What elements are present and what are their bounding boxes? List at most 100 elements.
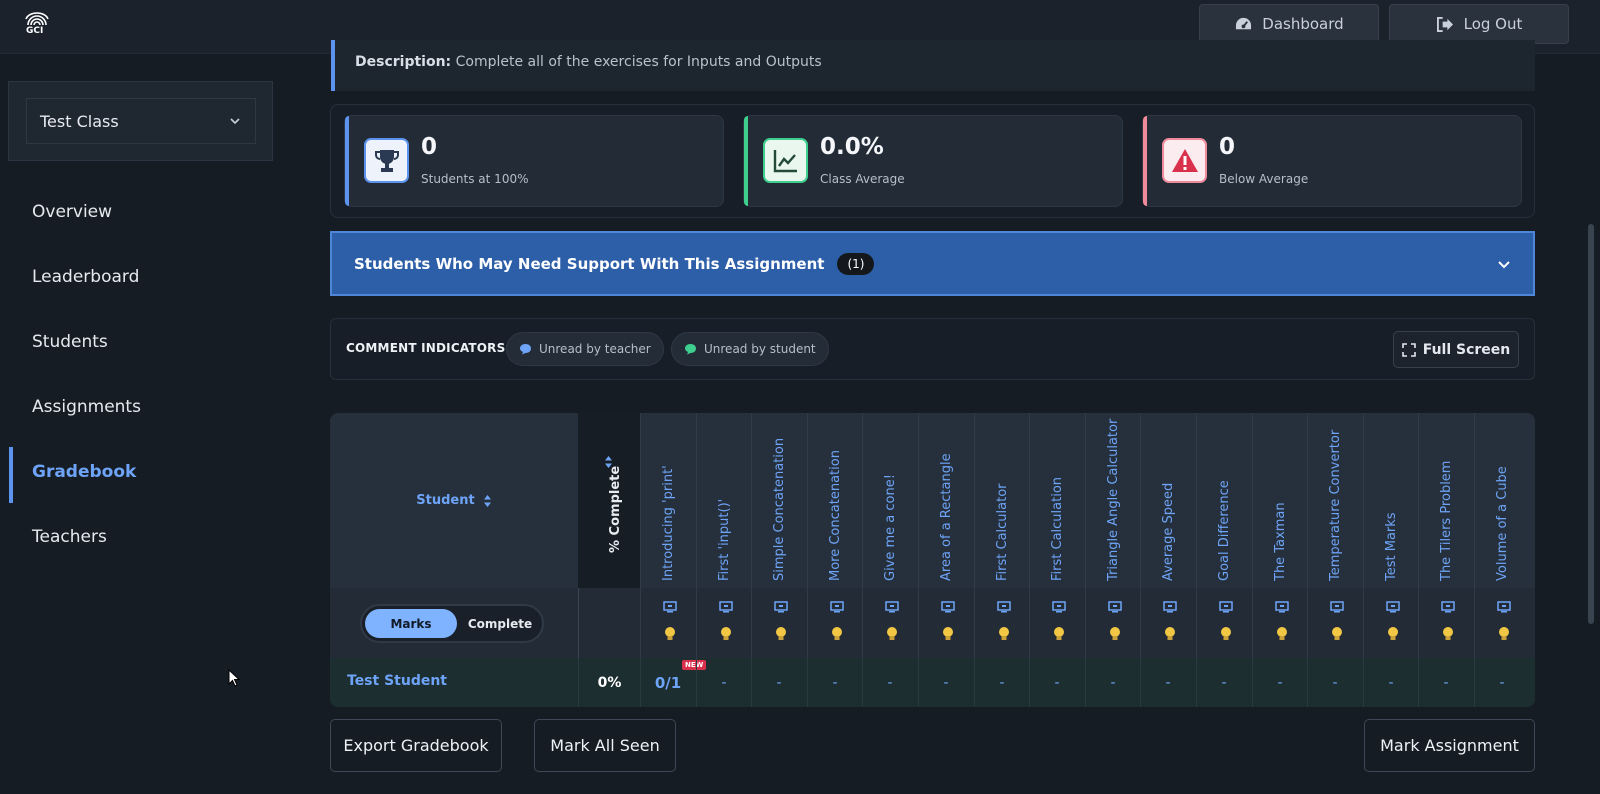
monitor-icon[interactable] xyxy=(1330,601,1344,613)
lightbulb-icon[interactable] xyxy=(1387,626,1399,642)
monitor-icon[interactable] xyxy=(1275,601,1289,613)
sidebar-item-leaderboard[interactable]: Leaderboard xyxy=(32,267,139,287)
percent-indicator-cell xyxy=(578,588,640,658)
exercise-column-header[interactable]: Area of a Rectangle xyxy=(918,413,973,588)
monitor-icon[interactable] xyxy=(1108,601,1122,613)
student-name-link[interactable]: Test Student xyxy=(347,673,447,689)
full-screen-label: Full Screen xyxy=(1422,341,1511,358)
grade-cell[interactable]: - xyxy=(1252,658,1307,707)
monitor-icon[interactable] xyxy=(663,601,677,613)
grade-cell[interactable]: - xyxy=(1307,658,1362,707)
exercise-column-header[interactable]: Triangle Angle Calculator xyxy=(1085,413,1140,588)
chevron-down-icon[interactable] xyxy=(1497,257,1511,271)
lightbulb-icon[interactable] xyxy=(831,626,843,642)
grade-cell[interactable]: - xyxy=(1085,658,1140,707)
scrollbar[interactable] xyxy=(1586,54,1596,794)
toggle-complete[interactable]: Complete xyxy=(457,609,543,638)
exercise-column-header[interactable]: First 'input()' xyxy=(696,413,751,588)
full-screen-button[interactable]: Full Screen xyxy=(1393,331,1519,368)
marks-complete-toggle[interactable]: Marks Complete xyxy=(360,604,544,643)
monitor-icon[interactable] xyxy=(830,601,844,613)
exercise-column-header[interactable]: Simple Concatenation xyxy=(751,413,806,588)
lightbulb-icon[interactable] xyxy=(1276,626,1288,642)
grade-cell[interactable]: - xyxy=(1418,658,1473,707)
grade-cell[interactable]: 0/1 NEW xyxy=(640,658,707,707)
grade-cell[interactable]: - xyxy=(862,658,917,707)
stat-card-class-average: 0.0% Class Average xyxy=(743,115,1123,207)
exercise-column-header[interactable]: Temperature Convertor xyxy=(1307,413,1362,588)
exercise-column-header[interactable]: First Calculation xyxy=(1029,413,1084,588)
support-accordion[interactable]: Students Who May Need Support With This … xyxy=(330,231,1535,296)
monitor-icon[interactable] xyxy=(1497,601,1511,613)
toggle-marks[interactable]: Marks xyxy=(365,609,457,638)
lightbulb-icon[interactable] xyxy=(1053,626,1065,642)
exercise-column-header[interactable]: First Calculator xyxy=(974,413,1029,588)
percent-complete-header[interactable]: % Complete xyxy=(578,413,640,588)
stat-label: Students at 100% xyxy=(421,172,529,186)
dashboard-button[interactable]: Dashboard xyxy=(1199,4,1379,44)
grade-cell[interactable]: - xyxy=(1474,658,1529,707)
monitor-icon[interactable] xyxy=(1219,601,1233,613)
exercise-column-header[interactable]: Test Marks xyxy=(1363,413,1418,588)
monitor-icon[interactable] xyxy=(1163,601,1177,613)
lightbulb-icon[interactable] xyxy=(998,626,1010,642)
grade-cell[interactable]: - xyxy=(974,658,1029,707)
exercise-column-header[interactable]: More Concatenation xyxy=(807,413,862,588)
lightbulb-icon[interactable] xyxy=(720,626,732,642)
exercise-column-header[interactable]: Goal Difference xyxy=(1196,413,1251,588)
monitor-icon[interactable] xyxy=(885,601,899,613)
grade-cell[interactable]: - xyxy=(696,658,751,707)
lightbulb-icon[interactable] xyxy=(1220,626,1232,642)
grade-value: - xyxy=(1388,674,1394,691)
monitor-icon[interactable] xyxy=(719,601,733,613)
lightbulb-icon[interactable] xyxy=(1109,626,1121,642)
monitor-icon[interactable] xyxy=(774,601,788,613)
sidebar-item-students[interactable]: Students xyxy=(32,332,108,352)
stat-accent xyxy=(1143,116,1147,206)
sidebar-item-assignments[interactable]: Assignments xyxy=(32,397,141,417)
mark-all-seen-button[interactable]: Mark All Seen xyxy=(534,719,676,772)
monitor-icon[interactable] xyxy=(1386,601,1400,613)
scrollbar-thumb[interactable] xyxy=(1588,224,1594,624)
lightbulb-icon[interactable] xyxy=(664,626,676,642)
exercise-column-header[interactable]: Volume of a Cube xyxy=(1474,413,1529,588)
exercise-title: Area of a Rectangle xyxy=(939,453,954,581)
monitor-icon[interactable] xyxy=(997,601,1011,613)
lightbulb-icon[interactable] xyxy=(1331,626,1343,642)
exercise-title: Introducing 'print' xyxy=(661,465,676,581)
grade-cell[interactable]: - xyxy=(1140,658,1195,707)
logout-button[interactable]: Log Out xyxy=(1389,4,1569,44)
sidebar-item-gradebook[interactable]: Gradebook xyxy=(32,462,136,482)
exercise-column-header[interactable]: Introducing 'print' xyxy=(640,413,695,588)
monitor-icon[interactable] xyxy=(941,601,955,613)
student-column-header[interactable]: Student xyxy=(330,413,578,588)
grade-cell[interactable]: - xyxy=(1363,658,1418,707)
monitor-icon[interactable] xyxy=(1441,601,1455,613)
class-select[interactable]: Test Class xyxy=(26,98,256,144)
lightbulb-icon[interactable] xyxy=(1164,626,1176,642)
exercise-column-header[interactable]: Average Speed xyxy=(1140,413,1195,588)
grade-cell[interactable]: - xyxy=(1196,658,1251,707)
lightbulb-icon[interactable] xyxy=(775,626,787,642)
exercise-title: First 'input()' xyxy=(717,498,732,581)
exercise-title: Average Speed xyxy=(1161,482,1176,581)
stat-accent xyxy=(744,116,748,206)
grade-cell[interactable]: - xyxy=(751,658,806,707)
lightbulb-icon[interactable] xyxy=(1442,626,1454,642)
lightbulb-icon[interactable] xyxy=(1498,626,1510,642)
sidebar-item-overview[interactable]: Overview xyxy=(32,202,112,222)
grade-cell[interactable]: - xyxy=(807,658,862,707)
monitor-icon[interactable] xyxy=(1052,601,1066,613)
sidebar-item-teachers[interactable]: Teachers xyxy=(32,527,107,547)
exercise-column-header[interactable]: Give me a cone! xyxy=(862,413,917,588)
exercise-title: Goal Difference xyxy=(1217,480,1232,581)
exercise-column-header[interactable]: The Tilers Problem xyxy=(1418,413,1473,588)
exercise-column-header[interactable]: The Taxman xyxy=(1252,413,1307,588)
grade-cell[interactable]: - xyxy=(1029,658,1084,707)
mark-assignment-button[interactable]: Mark Assignment xyxy=(1364,719,1535,772)
grade-cell[interactable]: - xyxy=(918,658,973,707)
export-gradebook-button[interactable]: Export Gradebook xyxy=(330,719,502,772)
exercise-indicator-cell xyxy=(1474,588,1529,658)
lightbulb-icon[interactable] xyxy=(942,626,954,642)
lightbulb-icon[interactable] xyxy=(886,626,898,642)
